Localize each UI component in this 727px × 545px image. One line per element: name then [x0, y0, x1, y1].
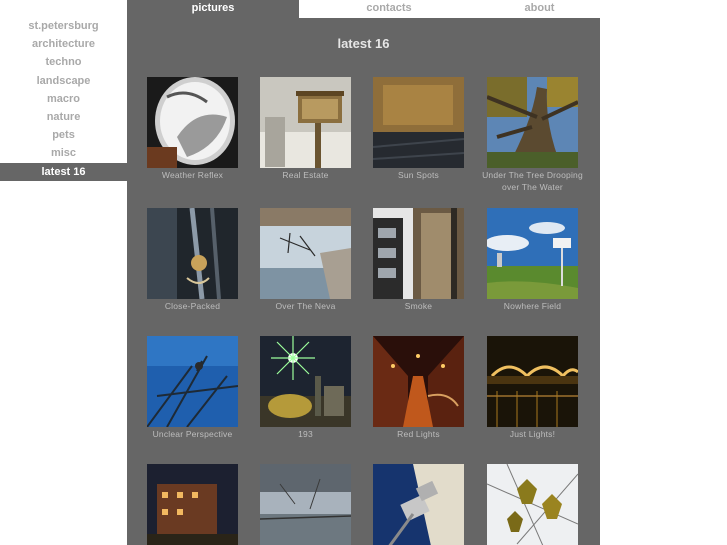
top-nav: pictures contacts about: [127, 0, 600, 18]
page-title: latest 16: [337, 36, 390, 51]
thumbnail-caption: Over The Neva: [275, 301, 336, 311]
thumbnail-red-lights[interactable]: Red Lights: [362, 336, 475, 440]
nav-item-techno[interactable]: techno: [0, 53, 127, 71]
thumbnail-14[interactable]: [249, 464, 362, 545]
thumbnail-image: [373, 77, 464, 168]
gallery-panel: latest 16 Weather Reflex Real Estate Sun…: [127, 18, 600, 545]
thumbnail-image: [147, 208, 238, 299]
thumbnail-caption: Sun Spots: [397, 170, 440, 180]
thumbnail-sun-spots[interactable]: Sun Spots: [362, 77, 475, 181]
thumbnail-image: [487, 208, 578, 299]
thumbnail-caption: Weather Reflex: [161, 170, 224, 180]
thumbnail-image: [373, 464, 464, 545]
thumbnail-image: [373, 208, 464, 299]
nav-item-landscape[interactable]: landscape: [0, 72, 127, 90]
thumbnail-weather-reflex[interactable]: Weather Reflex: [136, 77, 249, 181]
thumbnail-image: [147, 336, 238, 427]
thumbnail-smoke[interactable]: Smoke: [362, 208, 475, 312]
thumbnail-image: [260, 464, 351, 545]
thumbnail-nowhere-field[interactable]: Nowhere Field: [476, 208, 589, 312]
thumbnail-15[interactable]: [362, 464, 475, 545]
thumbnail-caption: Red Lights: [397, 429, 440, 439]
thumbnail-real-estate[interactable]: Real Estate: [249, 77, 362, 181]
thumbnail-caption: Under The Tree Drooping over The Water: [482, 170, 583, 192]
thumbnail-image: [260, 77, 351, 168]
thumbnail-image: [487, 77, 578, 168]
thumbnail-image: [147, 464, 238, 545]
thumbnail-caption: Just Lights!: [509, 429, 556, 439]
thumbnail-under-the-tree[interactable]: Under The Tree Drooping over The Water: [476, 77, 589, 193]
thumbnail-caption: 193: [298, 429, 313, 439]
thumbnail-caption: Nowhere Field: [503, 301, 562, 311]
tab-about[interactable]: about: [479, 0, 600, 18]
thumbnail-caption: Close-Packed: [164, 301, 221, 311]
nav-item-misc[interactable]: misc: [0, 144, 127, 162]
thumbnail-193[interactable]: 193: [249, 336, 362, 440]
thumbnail-caption: Smoke: [404, 301, 433, 311]
thumbnail-image: [487, 464, 578, 545]
thumbnail-image: [260, 208, 351, 299]
thumbnail-image: [373, 336, 464, 427]
thumbnail-caption: Real Estate: [282, 170, 329, 180]
thumbnail-image: [147, 77, 238, 168]
nav-item-latest-16[interactable]: latest 16: [0, 162, 127, 181]
thumbnail-caption: Unclear Perspective: [152, 429, 233, 439]
thumbnail-image: [487, 336, 578, 427]
thumbnail-13[interactable]: [136, 464, 249, 545]
nav-item-nature[interactable]: nature: [0, 108, 127, 126]
nav-item-st-petersburg[interactable]: st.petersburg: [0, 17, 127, 35]
tab-contacts[interactable]: contacts: [299, 0, 479, 18]
nav-item-macro[interactable]: macro: [0, 90, 127, 108]
thumbnail-close-packed[interactable]: Close-Packed: [136, 208, 249, 312]
tab-pictures[interactable]: pictures: [127, 0, 299, 18]
thumbnail-image: [260, 336, 351, 427]
thumbnail-unclear-perspective[interactable]: Unclear Perspective: [136, 336, 249, 440]
thumbnail-16[interactable]: [476, 464, 589, 545]
thumbnail-over-the-neva[interactable]: Over The Neva: [249, 208, 362, 312]
thumbnail-just-lights[interactable]: Just Lights!: [476, 336, 589, 440]
nav-item-architecture[interactable]: architecture: [0, 35, 127, 53]
category-nav: st.petersburg architecture techno landsc…: [0, 17, 127, 181]
nav-item-pets[interactable]: pets: [0, 126, 127, 144]
